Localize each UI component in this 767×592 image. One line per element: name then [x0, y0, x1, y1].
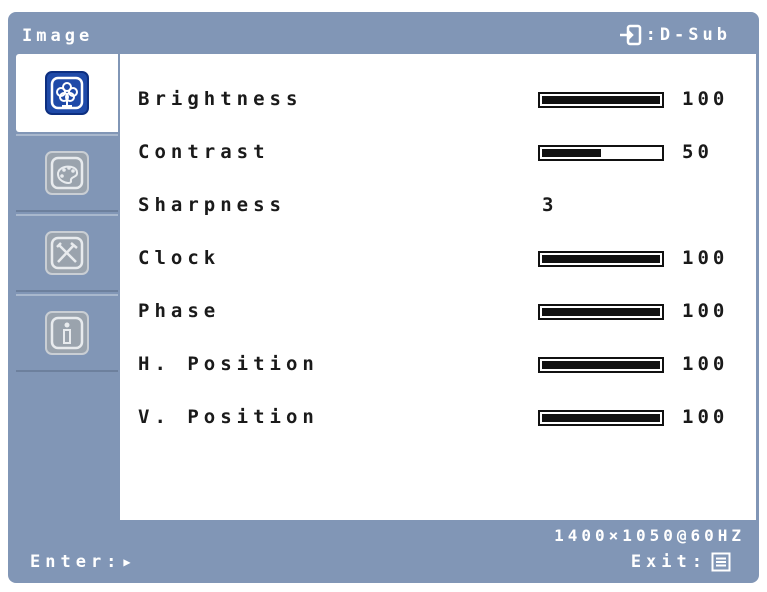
- tab-image[interactable]: [16, 54, 118, 132]
- setting-value: 100: [682, 406, 729, 428]
- setting-value: 3: [542, 194, 558, 216]
- slider-fill: [542, 96, 660, 104]
- tab-color[interactable]: [16, 134, 118, 212]
- resolution-readout: 1400×1050@60HZ: [554, 526, 745, 545]
- h-position-slider[interactable]: [538, 357, 664, 373]
- setting-value: 100: [682, 88, 729, 110]
- tools-icon: [45, 231, 89, 275]
- setting-row-phase[interactable]: Phase 100: [120, 296, 756, 326]
- setting-label: Phase: [138, 300, 221, 322]
- info-icon: [45, 311, 89, 355]
- brightness-slider[interactable]: [538, 92, 664, 108]
- slider-fill: [542, 308, 660, 316]
- tab-setup[interactable]: [16, 214, 118, 292]
- input-source-icon: [619, 24, 641, 46]
- setting-label: H. Position: [138, 353, 319, 375]
- v-position-slider[interactable]: [538, 410, 664, 426]
- image-icon: [45, 71, 89, 115]
- setting-value: 50: [682, 141, 713, 163]
- slider-fill: [542, 149, 601, 157]
- slider-fill: [542, 361, 660, 369]
- sidebar: [16, 54, 118, 374]
- enter-hint: Enter: ▶: [30, 552, 136, 572]
- setting-label: Contrast: [138, 141, 270, 163]
- setting-label: Brightness: [138, 88, 303, 110]
- input-source-label: :D-Sub: [645, 25, 731, 45]
- setting-label: V. Position: [138, 406, 319, 428]
- input-source: :D-Sub: [618, 24, 731, 46]
- tab-information[interactable]: [16, 294, 118, 372]
- menu-icon: [711, 552, 731, 572]
- osd-panel: Image :D-Sub Brightness 100 Contrast 50 …: [8, 12, 759, 583]
- exit-hint: Exit:: [631, 552, 731, 572]
- setting-value: 100: [682, 353, 729, 375]
- setting-label: Clock: [138, 247, 221, 269]
- slider-fill: [542, 414, 660, 422]
- setting-row-clock[interactable]: Clock 100: [120, 243, 756, 273]
- setting-label: Sharpness: [138, 194, 286, 216]
- setting-value: 100: [682, 247, 729, 269]
- setting-row-h-position[interactable]: H. Position 100: [120, 349, 756, 379]
- phase-slider[interactable]: [538, 304, 664, 320]
- setting-row-sharpness[interactable]: Sharpness 3: [120, 190, 756, 220]
- setting-value: 100: [682, 300, 729, 322]
- contrast-slider[interactable]: [538, 145, 664, 161]
- enter-label: Enter:: [30, 552, 122, 572]
- setting-row-brightness[interactable]: Brightness 100: [120, 84, 756, 114]
- palette-icon: [45, 151, 89, 195]
- play-arrow-icon: ▶: [123, 555, 136, 569]
- setting-row-v-position[interactable]: V. Position 100: [120, 402, 756, 432]
- menu-title: Image: [22, 26, 94, 46]
- exit-label: Exit:: [630, 552, 707, 572]
- slider-fill: [542, 255, 660, 263]
- setting-row-contrast[interactable]: Contrast 50: [120, 137, 756, 167]
- settings-panel: Brightness 100 Contrast 50 Sharpness 3 C…: [120, 54, 756, 520]
- clock-slider[interactable]: [538, 251, 664, 267]
